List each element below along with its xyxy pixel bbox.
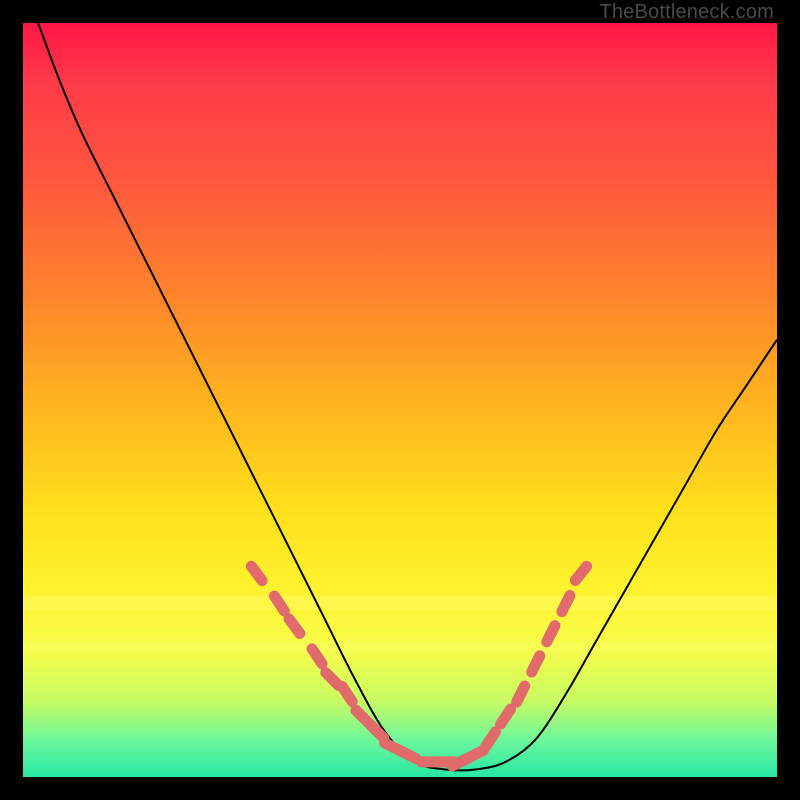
highlight-dot: [547, 626, 555, 642]
highlight-dot: [562, 596, 570, 612]
highlight-dot: [289, 619, 300, 633]
watermark-text: TheBottleneck.com: [599, 1, 774, 24]
highlight-dot: [342, 687, 352, 702]
highlight-dot: [467, 750, 483, 758]
highlight-dot: [274, 596, 284, 611]
plot-area: [23, 23, 777, 777]
highlight-dot: [312, 649, 322, 664]
highlight-dot: [326, 673, 339, 686]
highlight-dot: [251, 566, 262, 580]
highlight-dot: [575, 566, 586, 580]
highlight-dot: [356, 710, 369, 723]
highlight-dot: [517, 686, 525, 702]
highlight-dot: [399, 750, 415, 758]
bottleneck-curve: [38, 23, 777, 770]
highlight-dot: [485, 732, 495, 747]
chart-frame: TheBottleneck.com: [0, 0, 800, 800]
highlight-dot: [532, 656, 540, 672]
highlight-dots-right: [421, 566, 586, 766]
curve-layer: [23, 23, 777, 777]
highlight-dots-left: [251, 566, 415, 758]
highlight-dot: [501, 709, 511, 724]
